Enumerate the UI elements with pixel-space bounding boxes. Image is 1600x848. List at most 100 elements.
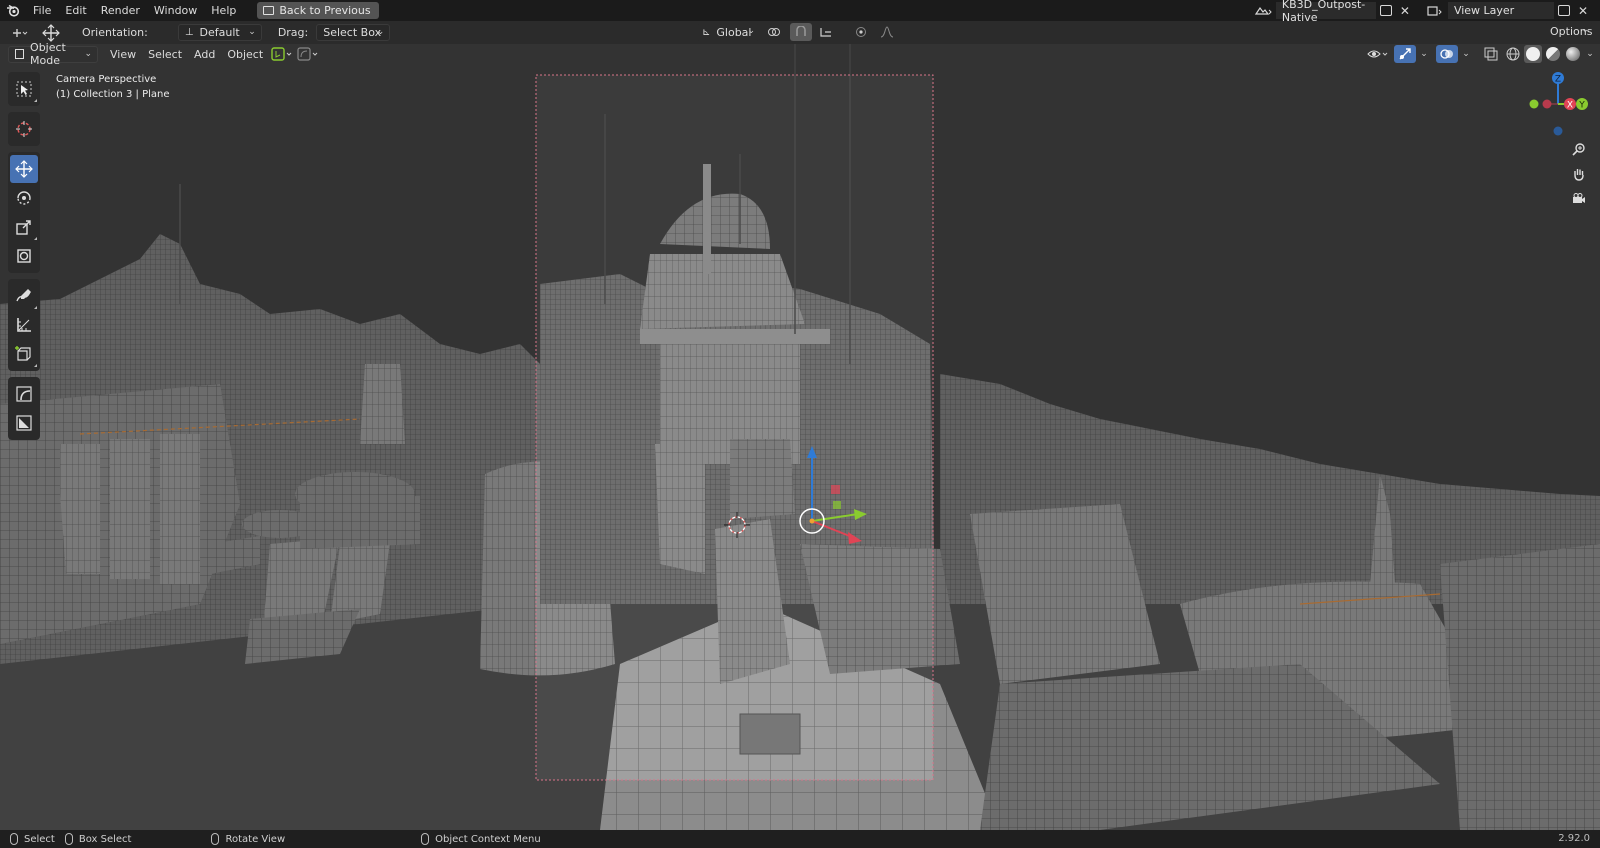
overlays-chevron-icon[interactable]: ⌄ — [1460, 45, 1472, 63]
object-mode-dropdown[interactable]: Object Mode ⌄ — [8, 41, 98, 67]
mouse-right-icon — [421, 833, 430, 845]
orientation-label: Orientation: — [82, 26, 148, 39]
cursor-tool[interactable] — [10, 115, 38, 143]
mouse-drag-icon — [64, 833, 73, 845]
tool-settings-header: Orientation: ⊥ Default ⌄ Drag: Select Bo… — [0, 21, 1600, 44]
scene-icon[interactable] — [1250, 2, 1276, 20]
view-layer-icon[interactable] — [1422, 2, 1448, 20]
status-bar: Select Box Select Rotate View Object Con… — [0, 830, 1600, 848]
transform-affect-icon[interactable] — [269, 45, 295, 63]
axis-gizmo[interactable]: Z X Y — [1520, 64, 1600, 144]
menu-help[interactable]: Help — [204, 0, 243, 21]
drag-value: Select Box — [323, 26, 382, 39]
status-box-select: Box Select — [64, 833, 132, 845]
view-layer-selector: View Layer ✕ — [1422, 2, 1592, 19]
delete-scene-icon[interactable]: ✕ — [1400, 4, 1410, 18]
transform-orientation-dropdown[interactable]: ⊾ Global ⌄ — [696, 23, 760, 41]
show-gizmo-icon[interactable] — [1394, 45, 1416, 63]
rotate-tool[interactable] — [10, 184, 38, 212]
back-to-previous-button[interactable]: Back to Previous — [257, 2, 379, 19]
drag-dropdown[interactable]: Select Box ⌄ — [316, 24, 391, 41]
proportional-edit-icon[interactable] — [850, 23, 872, 41]
status-select-label: Select — [24, 833, 55, 845]
chevron-down-icon: ⌄ — [84, 48, 92, 59]
shear-tool[interactable] — [10, 380, 38, 408]
snap-toggle-icon[interactable] — [790, 23, 812, 41]
show-overlays-icon[interactable] — [1436, 45, 1458, 63]
options-dropdown[interactable]: Options ⌄ — [1544, 23, 1594, 40]
status-context-menu: Object Context Menu — [421, 833, 541, 845]
menu-file[interactable]: File — [26, 0, 58, 21]
menu-object[interactable]: Object — [221, 48, 269, 61]
gizmo-y-label: Y — [1578, 101, 1585, 111]
menu-view[interactable]: View — [104, 48, 142, 61]
orientation-dropdown[interactable]: ⊥ Default ⌄ — [177, 24, 262, 41]
move-tool-icon[interactable] — [40, 23, 62, 42]
menu-add[interactable]: Add — [188, 48, 221, 61]
scene-selector: KB3D_Outpost-Native ✕ — [1250, 0, 1414, 24]
visibility-eye-icon[interactable] — [1364, 45, 1392, 63]
shading-solid-icon[interactable] — [1524, 45, 1542, 63]
object-mode-label: Object Mode — [30, 41, 66, 67]
mouse-middle-icon — [211, 833, 220, 845]
object-mode-icon — [15, 49, 25, 59]
add-cube-tool[interactable] — [10, 340, 38, 368]
3d-viewport[interactable]: Camera Perspective (1) Collection 3 | Pl… — [0, 44, 1600, 830]
active-collection-label: (1) Collection 3 | Plane — [56, 89, 170, 100]
move-tool[interactable] — [10, 155, 38, 183]
annotate-tool[interactable] — [10, 282, 38, 310]
gizmo-pivot-icon[interactable] — [295, 45, 321, 63]
snap-target-icon[interactable] — [816, 23, 838, 41]
xray-toggle-icon[interactable] — [1480, 45, 1502, 63]
mouse-left-icon — [10, 833, 18, 845]
status-select: Select — [10, 833, 55, 845]
chevron-down-icon: ⌄ — [376, 27, 385, 37]
shading-material-icon[interactable] — [1544, 45, 1562, 63]
falloff-curve-icon[interactable] — [876, 23, 898, 41]
gizmo-x-label: X — [1567, 101, 1573, 111]
tool-panel — [8, 72, 40, 446]
back-to-previous-label: Back to Previous — [279, 4, 371, 17]
chevron-down-icon: ⌄ — [248, 27, 256, 37]
version-label: 2.92.0 — [1558, 833, 1590, 844]
new-scene-icon[interactable] — [1379, 5, 1392, 16]
status-rotate-view: Rotate View — [211, 833, 285, 845]
transform-tool[interactable] — [10, 242, 38, 270]
menu-select[interactable]: Select — [142, 48, 188, 61]
new-view-layer-icon[interactable] — [1557, 5, 1570, 16]
scene-render — [0, 44, 1600, 830]
menu-render[interactable]: Render — [94, 0, 147, 21]
editor-type-icon[interactable] — [6, 24, 34, 42]
camera-view-icon[interactable] — [1568, 188, 1590, 210]
view-layer-field[interactable]: View Layer — [1447, 2, 1554, 19]
transform-orientation-value: Global — [716, 25, 752, 39]
pivot-point-icon[interactable] — [764, 23, 786, 41]
blender-logo-icon[interactable] — [0, 0, 26, 21]
navigation-gizmo[interactable]: Z X Y — [1520, 64, 1600, 224]
menu-window[interactable]: Window — [147, 0, 204, 21]
chevron-down-icon: ⌄ — [747, 25, 755, 36]
status-context-menu-label: Object Context Menu — [435, 833, 541, 845]
select-box-tool[interactable] — [10, 75, 38, 103]
viewport-info: Camera Perspective (1) Collection 3 | Pl… — [56, 72, 170, 102]
measure-tool[interactable] — [10, 311, 38, 339]
shading-wireframe-icon[interactable] — [1504, 45, 1522, 63]
screen-back-icon — [263, 6, 275, 15]
orientation-value: Default — [199, 26, 240, 39]
delete-view-layer-icon[interactable]: ✕ — [1578, 4, 1588, 18]
scene-name-field[interactable]: KB3D_Outpost-Native — [1275, 0, 1376, 24]
gizmo-chevron-icon[interactable]: ⌄ — [1418, 45, 1430, 63]
shading-chevron-icon[interactable]: ⌄ — [1584, 45, 1596, 63]
viewport-header-right: ⌄ ⌄ ⌄ — [1364, 44, 1596, 64]
edge-slide-tool[interactable] — [10, 409, 38, 437]
camera-perspective-label: Camera Perspective — [56, 74, 157, 85]
pan-hand-icon[interactable] — [1568, 163, 1590, 185]
viewport-header: Object Mode ⌄ View Select Add Object — [0, 41, 1600, 67]
drag-label: Drag: — [277, 26, 309, 39]
shading-rendered-icon[interactable] — [1564, 45, 1582, 63]
status-box-select-label: Box Select — [78, 833, 132, 845]
menu-edit[interactable]: Edit — [58, 0, 93, 21]
zoom-icon[interactable] — [1568, 138, 1590, 160]
top-menu-bar: File Edit Render Window Help Back to Pre… — [0, 0, 1600, 24]
scale-tool[interactable] — [10, 213, 38, 241]
